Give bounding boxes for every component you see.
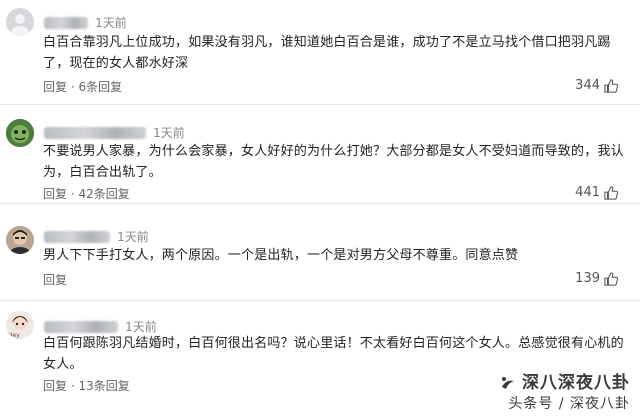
comment-text: 白百合靠羽凡上位成功，如果没有羽凡，谁知道她白百合是谁，成功了不是立马找个借口把… xyxy=(43,35,611,71)
reply-count-link[interactable]: 6条回复 xyxy=(78,80,122,94)
like-count: 441 xyxy=(575,185,600,200)
avatar[interactable] xyxy=(6,119,34,147)
reply-bar: 回复 · 13条回复 xyxy=(43,377,130,394)
comment-3: 1天前 男人下下手打女人，两个原因。一个是出轨，一个是对男方父母不尊重。同意点赞… xyxy=(0,204,640,300)
watermark-title: 深八深夜八卦 xyxy=(500,368,630,393)
username[interactable]: 1天前 xyxy=(44,12,127,30)
default-avatar-icon xyxy=(11,14,29,36)
like-button[interactable]: 344 xyxy=(575,78,618,93)
comment-time: 1天前 xyxy=(95,16,127,30)
watermark-logo-icon xyxy=(502,377,514,389)
character-avatar-icon: Hey xyxy=(6,311,34,339)
reply-bar: 回复 · 42条回复 xyxy=(43,185,130,202)
watermark: 深八深夜八卦 头条号 / 深夜八卦 xyxy=(500,368,630,413)
blurred-username xyxy=(44,230,110,243)
reply-button[interactable]: 回复 xyxy=(43,379,67,393)
thumbs-up-icon xyxy=(604,78,618,93)
reply-count-link[interactable]: 13条回复 xyxy=(78,379,129,393)
comment-time: 1天前 xyxy=(117,230,149,244)
username[interactable]: 1天前 xyxy=(44,122,185,140)
username[interactable]: 1天前 xyxy=(44,226,149,244)
comment-time: 1天前 xyxy=(153,126,185,140)
comment-2: 1天前 不要说男人家暴，为什么会家暴，女人好好的为什么打她？大部分都是女人不受妇… xyxy=(0,105,640,203)
avatar[interactable] xyxy=(6,226,34,254)
comment-1: 1天前 白百合靠羽凡上位成功，如果没有羽凡，谁知道她白百合是谁，成功了不是立马找… xyxy=(0,0,640,104)
green-character-avatar-icon xyxy=(6,119,34,147)
reply-bar: 回复 · 6条回复 xyxy=(43,78,122,95)
reply-bar: 回复 xyxy=(43,271,67,288)
thumbs-up-icon xyxy=(604,271,618,286)
avatar[interactable]: Hey xyxy=(6,311,34,339)
svg-text:Hey: Hey xyxy=(8,332,20,339)
reply-button[interactable]: 回复 xyxy=(43,80,67,94)
reply-count-link[interactable]: 42条回复 xyxy=(78,187,129,201)
reply-button[interactable]: 回复 xyxy=(43,187,67,201)
blurred-username xyxy=(44,320,118,333)
comment-time: 1天前 xyxy=(125,320,157,334)
watermark-subtitle: 头条号 / 深夜八卦 xyxy=(508,396,630,412)
avatar[interactable] xyxy=(6,8,34,36)
like-button[interactable]: 441 xyxy=(575,185,618,200)
like-count: 139 xyxy=(575,271,600,286)
comment-text: 男人下下手打女人，两个原因。一个是出轨，一个是对男方父母不尊重。同意点赞 xyxy=(43,248,519,263)
person-avatar-icon xyxy=(6,226,34,254)
thumbs-up-icon xyxy=(604,185,618,200)
blurred-username xyxy=(44,16,88,29)
reply-button[interactable]: 回复 xyxy=(43,273,67,287)
username[interactable]: 1天前 xyxy=(44,316,157,334)
like-count: 344 xyxy=(575,78,600,93)
comment-text: 不要说男人家暴，为什么会家暴，女人好好的为什么打她？大部分都是女人不受妇道而导致… xyxy=(43,144,624,180)
like-button[interactable]: 139 xyxy=(575,271,618,286)
blurred-username xyxy=(44,126,146,139)
